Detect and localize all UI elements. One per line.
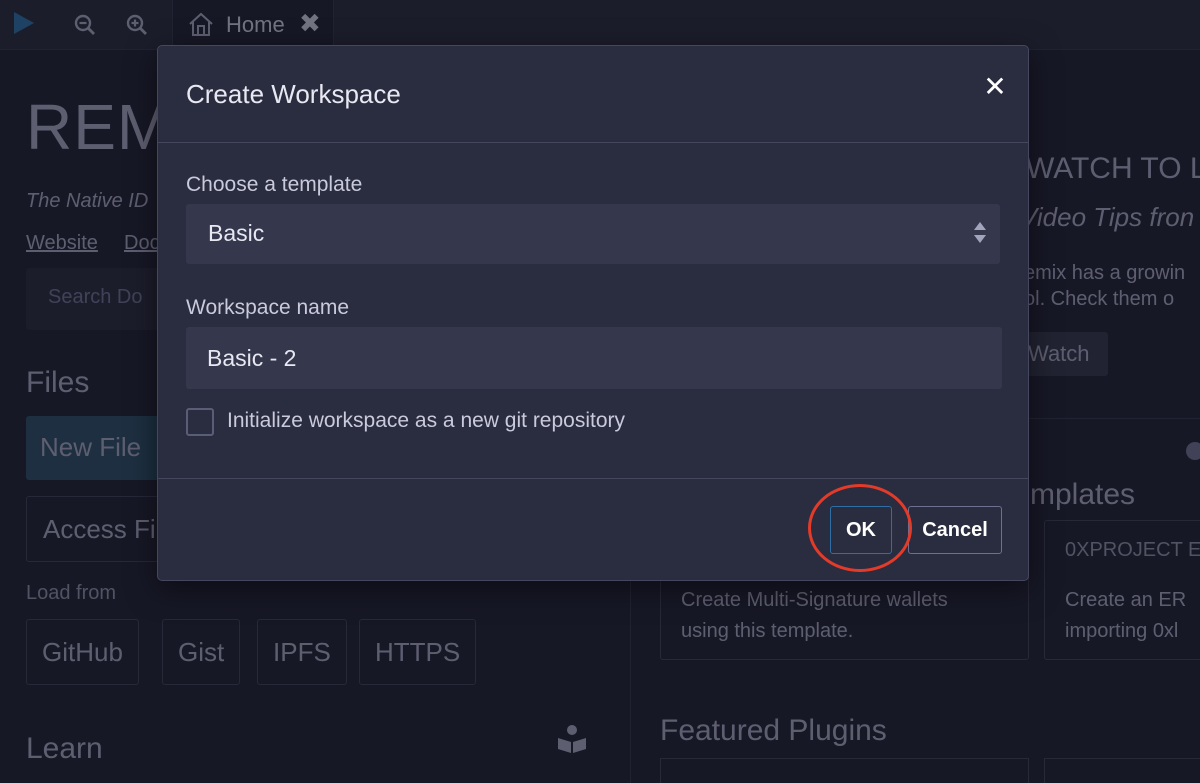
modal-header: Create Workspace ✕ xyxy=(158,46,1028,143)
template-select[interactable]: Basic xyxy=(186,204,1000,264)
close-icon[interactable]: ✕ xyxy=(980,72,1010,102)
cancel-button[interactable]: Cancel xyxy=(908,506,1002,554)
workspace-name-label: Workspace name xyxy=(186,296,350,319)
git-init-checkbox[interactable] xyxy=(186,408,214,436)
git-init-label[interactable]: Initialize workspace as a new git reposi… xyxy=(227,409,625,433)
template-select-value: Basic xyxy=(208,220,265,246)
highlight-annotation xyxy=(808,484,912,572)
select-arrows-icon xyxy=(974,222,986,246)
template-label: Choose a template xyxy=(186,173,363,196)
modal-title: Create Workspace xyxy=(186,79,401,109)
workspace-name-input[interactable] xyxy=(186,327,1002,389)
